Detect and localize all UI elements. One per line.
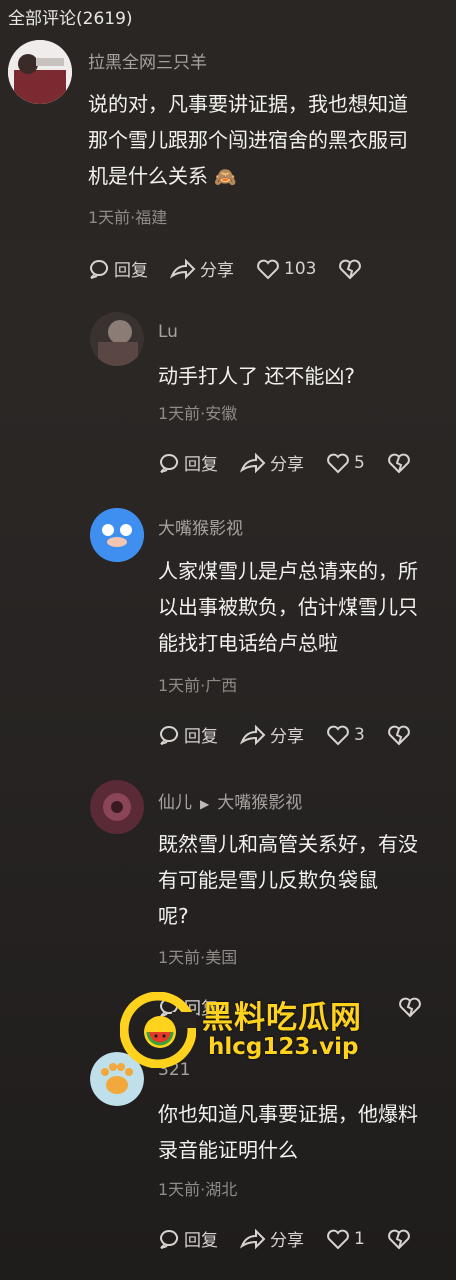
reply-icon [160, 1229, 178, 1249]
comment-text: 既然雪儿和高管关系好，有没 有可能是雪儿反欺负袋鼠 呢? [158, 832, 418, 928]
avatar[interactable] [90, 312, 144, 366]
monkey-logo-icon [90, 508, 144, 562]
reply-button[interactable]: 回复 [158, 450, 218, 475]
dislike-button[interactable] [338, 258, 366, 280]
comment-meta: 1天前·湖北 [158, 1180, 238, 1199]
emoji: 🙈 [214, 167, 237, 188]
share-icon [240, 1228, 266, 1249]
heart-icon [327, 725, 349, 745]
username[interactable]: 仙儿 ▶ 大嘴猴影视 [158, 788, 302, 813]
reply-icon [160, 725, 178, 745]
comment-actions: 回复 分享 103 [88, 256, 388, 281]
watermark: 黑料吃瓜网 hlcg123.vip [120, 990, 380, 1070]
dislike-button[interactable] [387, 452, 415, 474]
watermark-logo-icon [120, 992, 196, 1068]
comment-actions: 回复 分享 5 [158, 450, 437, 475]
comment-meta: 1天前·广西 [158, 676, 238, 695]
comment-text: 人家煤雪儿是卢总请来的，所 以出事被欺负，估计煤雪儿只 能找打电话给卢总啦 [158, 559, 418, 655]
reply-button[interactable]: 回复 [158, 1226, 218, 1251]
reply-icon [90, 259, 108, 279]
share-icon [170, 258, 196, 279]
dislike-button[interactable] [387, 1228, 415, 1250]
reply-to-username: 大嘴猴影视 [217, 793, 303, 813]
comment-meta: 1天前·美国 [158, 948, 238, 967]
share-icon [240, 724, 266, 745]
share-icon [240, 452, 266, 473]
reply-arrow-icon: ▶ [200, 797, 210, 811]
dislike-button[interactable] [387, 724, 415, 746]
comments-header: 全部评论(2619) [8, 9, 133, 29]
username[interactable]: Lu [158, 322, 178, 342]
share-button[interactable]: 分享 [240, 722, 304, 747]
share-button[interactable]: 分享 [240, 450, 304, 475]
heart-icon [257, 259, 279, 279]
username[interactable]: 大嘴猴影视 [158, 514, 243, 539]
broken-heart-icon [387, 1229, 410, 1249]
username[interactable]: 拉黑全网三只羊 [88, 48, 207, 73]
broken-heart-icon [387, 453, 410, 473]
watermark-title: 黑料吃瓜网 [202, 1000, 362, 1036]
heart-icon [327, 1229, 349, 1249]
avatar[interactable] [90, 780, 144, 834]
comment-meta: 1天前·安徽 [158, 404, 238, 423]
avatar-image-icon [90, 312, 144, 366]
share-button[interactable]: 分享 [170, 256, 234, 281]
reply-button[interactable]: 回复 [88, 256, 148, 281]
broken-heart-icon [339, 259, 362, 279]
broken-heart-icon [399, 997, 421, 1018]
like-count: 3 [354, 724, 365, 745]
comment-text: 动手打人了 还不能凶? [158, 364, 355, 388]
comment-meta: 1天前·福建 [88, 208, 168, 227]
comment-actions: 回复 分享 1 [158, 1226, 437, 1251]
heart-icon [327, 453, 349, 473]
avatar[interactable] [90, 508, 144, 562]
avatar-image-icon [90, 780, 144, 834]
share-button[interactable]: 分享 [240, 1226, 304, 1251]
reply-icon [160, 453, 178, 473]
like-button[interactable]: 1 [326, 1228, 365, 1250]
like-button[interactable]: 103 [256, 258, 316, 280]
like-button[interactable]: 3 [326, 724, 365, 746]
avatar[interactable] [8, 40, 72, 104]
watermark-url: hlcg123.vip [208, 1034, 359, 1060]
comment-actions: 回复 分享 3 [158, 722, 437, 747]
dislike-button[interactable] [398, 996, 426, 1018]
reply-button[interactable]: 回复 [158, 722, 218, 747]
comment-text: 你也知道凡事要证据，他爆料 录音能证明什么 [158, 1102, 418, 1162]
like-button[interactable]: 5 [326, 452, 365, 474]
like-count: 1 [354, 1228, 365, 1249]
avatar-image-icon [8, 40, 72, 104]
broken-heart-icon [387, 725, 410, 745]
like-count: 103 [284, 258, 317, 279]
comment-text: 说的对，凡事要讲证据，我也想知道 那个雪儿跟那个闯进宿舍的黑衣服司 机是什么关系… [88, 92, 408, 188]
like-count: 5 [354, 452, 365, 473]
